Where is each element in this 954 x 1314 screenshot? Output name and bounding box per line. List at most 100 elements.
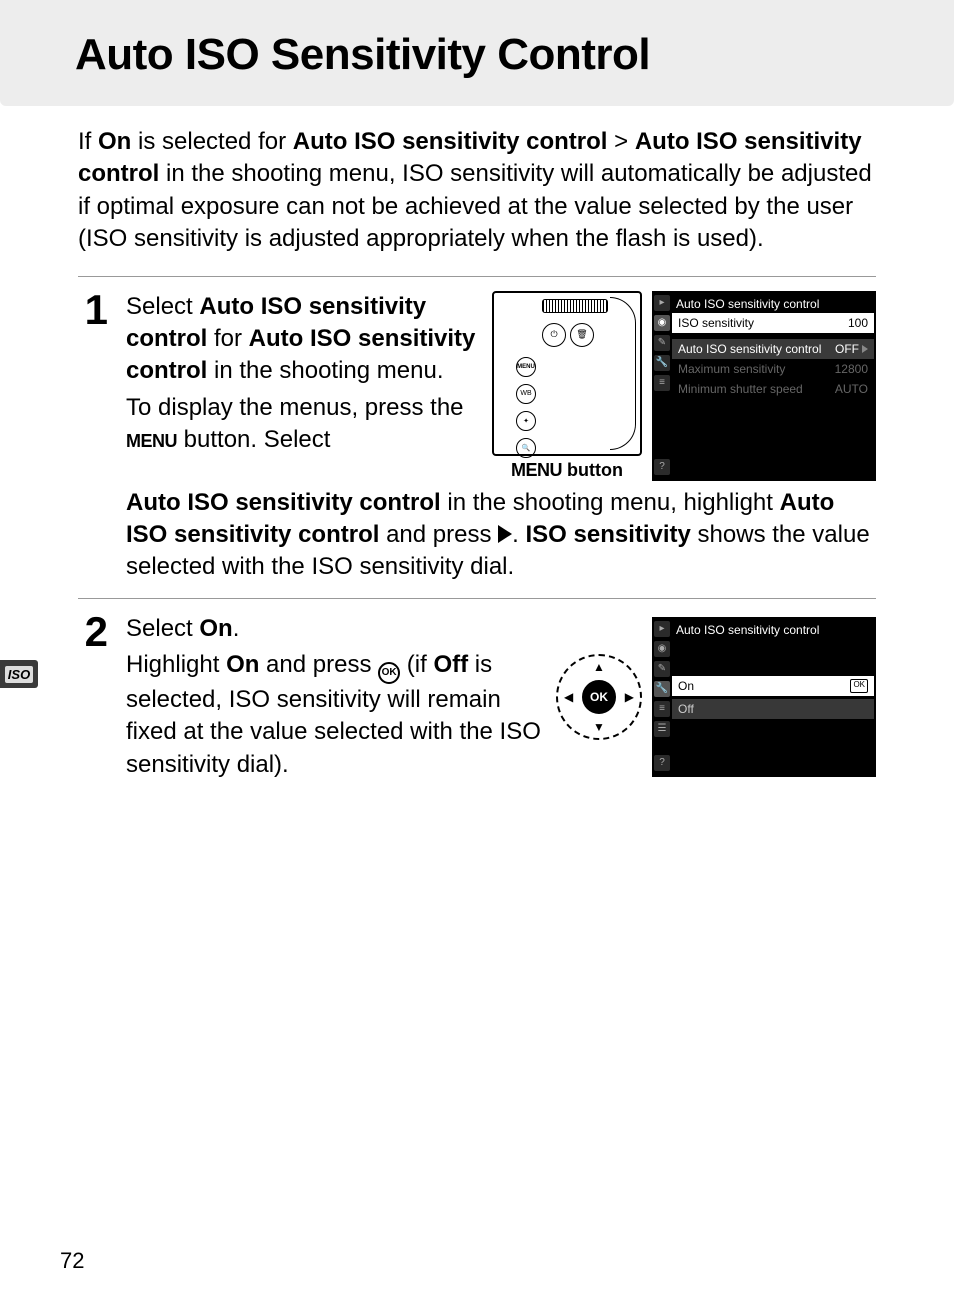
step2-text: Highlight [126, 651, 226, 678]
step1-bold: ISO sensitivity [525, 521, 690, 548]
camera-btn-icon: ⏻ [542, 323, 566, 347]
camera-btn-icon: 🔍 [516, 438, 536, 458]
section-tab-iso: ISO [0, 660, 38, 688]
lcd-row-minshutter: Minimum shutter speedAUTO [672, 379, 874, 399]
step-number: 2 [78, 611, 108, 781]
lcd-title: Auto ISO sensitivity control [672, 621, 874, 639]
step-2: 2 Select On. Highlight On and press OK (… [78, 613, 876, 781]
lcd-tab-retouch-icon: ≡ [654, 701, 670, 717]
intro-paragraph: If On is selected for Auto ISO sensitivi… [78, 126, 876, 256]
lcd-tab-play-icon: ▸ [654, 295, 670, 311]
camera-btn-icon: WB [516, 384, 536, 404]
lcd-value: OFF [835, 342, 859, 356]
camera-illustration: ⏻🗑 MENU WB ✦ 🔍 [492, 291, 642, 456]
ok-badge-icon: OK [850, 679, 868, 693]
arrow-left-icon: ◀ [564, 690, 573, 704]
caption-menu-glyph: MENU [511, 460, 562, 480]
camera-side-buttons: MENU WB ✦ 🔍 [514, 355, 538, 460]
lcd-label: Minimum shutter speed [678, 382, 803, 396]
step2-bold: On [199, 615, 232, 642]
intro-text: is selected for [131, 128, 292, 155]
step1-text: Select [126, 293, 199, 320]
intro-text: > [607, 128, 634, 155]
lcd-menu-tabs: ▸ ◉ ✎ 🔧 ≡ ? [654, 295, 670, 475]
lcd-label: Maximum sensitivity [678, 362, 785, 376]
lcd-screenshot-2: ▸ ◉ ✎ 🔧 ≡ ☰ ? Auto ISO sensitivity contr… [652, 617, 876, 777]
step1-heading: Select Auto ISO sensitivity control for … [126, 293, 475, 385]
step1-bold: Auto ISO sensitivity control [126, 489, 441, 516]
lcd-label: Off [678, 702, 694, 716]
lcd-tab-pencil-icon: ✎ [654, 661, 670, 677]
lcd-tab-pencil-icon: ✎ [654, 335, 670, 351]
step2-bold: Off [433, 651, 468, 678]
lcd-panel: Auto ISO sensitivity control On OK Off [672, 621, 874, 771]
camera-btn-icon: ✦ [516, 411, 536, 431]
camera-grip-icon [542, 299, 608, 313]
lcd-value: 12800 [835, 362, 868, 376]
step1-text: button. Select [177, 426, 330, 453]
lcd-title: Auto ISO sensitivity control [672, 295, 874, 313]
arrow-right-icon: ▶ [625, 690, 634, 704]
section-tab-label: ISO [5, 666, 33, 683]
lcd-tab-help-icon: ? [654, 459, 670, 475]
step1-text: in the shooting menu, highlight [441, 489, 780, 516]
lcd-tab-retouch-icon: ≡ [654, 375, 670, 391]
lcd-panel: Auto ISO sensitivity control ISO sensiti… [672, 295, 874, 475]
camera-menu-btn-icon: MENU [516, 357, 536, 377]
step-number: 1 [78, 289, 108, 584]
lcd-menu-tabs: ▸ ◉ ✎ 🔧 ≡ ☰ ? [654, 621, 670, 771]
caption-bold: button [562, 460, 623, 480]
step1-text: . [512, 521, 525, 548]
step1-text: in the shooting menu. [207, 357, 443, 384]
ok-button-icon: OK [582, 680, 616, 714]
lcd-row-autoiso: Auto ISO sensitivity control OFF [672, 339, 874, 359]
intro-bold: On [98, 128, 131, 155]
camera-figure-wrap: ⏻🗑 MENU WB ✦ 🔍 MENU button [492, 291, 642, 481]
lcd-tab-play-icon: ▸ [654, 621, 670, 637]
step2-heading: Select On. [126, 615, 239, 642]
multi-selector-illustration: OK ▲ ▼ ◀ ▶ [556, 654, 642, 740]
step2-text: Select [126, 615, 199, 642]
step2-text: and press [259, 651, 378, 678]
intro-text: in the shooting menu, ISO sensitivity wi… [78, 160, 872, 252]
lcd-label: Auto ISO sensitivity control [678, 342, 821, 356]
step1-text: and press [379, 521, 498, 548]
page-title: Auto ISO Sensitivity Control [75, 30, 954, 80]
lcd-row-maxsens: Maximum sensitivity 12800 [672, 359, 874, 379]
intro-text: If [78, 128, 98, 155]
lcd-label: On [678, 679, 694, 693]
step1-text: for [207, 325, 248, 352]
lcd-option-on: On OK [672, 676, 874, 696]
step2-text: (if [400, 651, 433, 678]
lcd-tab-wrench-icon: 🔧 [654, 355, 670, 371]
content-area: If On is selected for Auto ISO sensitivi… [0, 106, 954, 781]
triangle-right-icon [498, 525, 512, 543]
lcd-option-off: Off [672, 699, 874, 719]
title-band: Auto ISO Sensitivity Control [0, 0, 954, 106]
figure-caption: MENU button [492, 460, 642, 481]
ok-button-icon: OK [378, 662, 400, 684]
step2-bold: On [226, 651, 259, 678]
divider [78, 276, 876, 277]
step2-para: Highlight On and press OK (if Off is sel… [126, 649, 542, 781]
camera-btn-icon: 🗑 [570, 323, 594, 347]
step-1: 1 Select Auto ISO sensitivity control fo… [78, 291, 876, 584]
arrow-down-icon: ▼ [593, 720, 605, 734]
camera-body-icon [610, 297, 636, 450]
divider [78, 598, 876, 599]
lcd-tab-help-icon: ? [654, 755, 670, 771]
arrow-up-icon: ▲ [593, 660, 605, 674]
step1-para: To display the menus, press the MENU but… [126, 392, 478, 457]
chevron-right-icon [862, 345, 868, 353]
step1-text: To display the menus, press the [126, 394, 464, 421]
lcd-value: 100 [848, 316, 868, 330]
step1-continuation: Auto ISO sensitivity control in the shoo… [126, 487, 876, 584]
camera-top-buttons: ⏻🗑 [540, 321, 596, 349]
page-number: 72 [60, 1248, 84, 1274]
step2-text: . [233, 615, 240, 642]
lcd-label: ISO sensitivity [678, 316, 754, 330]
lcd-screenshot-1: ▸ ◉ ✎ 🔧 ≡ ? Auto ISO sensitivity control… [652, 291, 876, 481]
lcd-row-iso: ISO sensitivity 100 [672, 313, 874, 333]
lcd-tab-list-icon: ☰ [654, 721, 670, 737]
intro-bold: Auto ISO sensitivity control [293, 128, 608, 155]
